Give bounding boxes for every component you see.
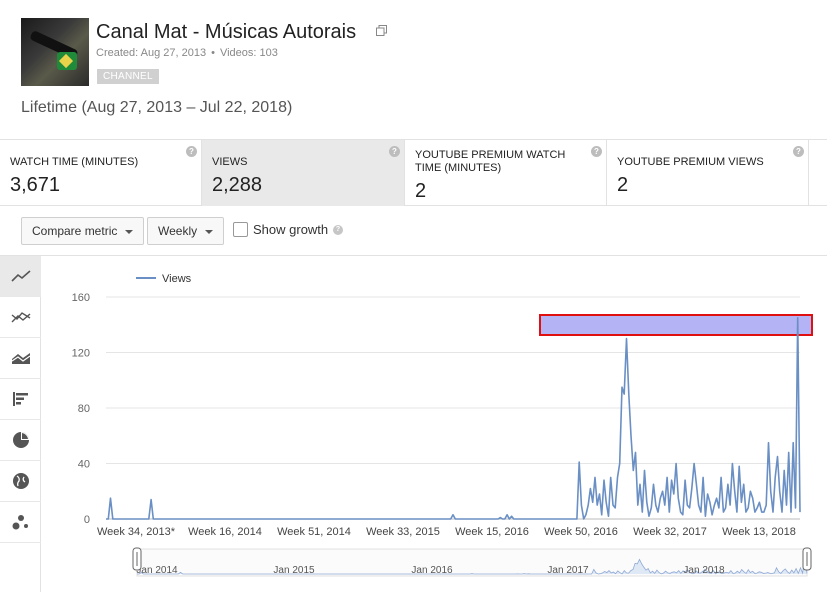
metric-label: YOUTUBE PREMIUM WATCH TIME (MINUTES) xyxy=(415,149,566,174)
flag-image xyxy=(57,52,77,70)
metric-tab-views[interactable]: VIEWS 2,288 ? xyxy=(202,140,405,206)
bubble-chart-icon xyxy=(12,515,28,530)
x-tick-label: Week 50, 2016 xyxy=(544,526,618,538)
y-tick-label: 0 xyxy=(84,514,90,526)
chart-controls: Compare metric Weekly xyxy=(0,206,827,256)
external-link-icon[interactable] xyxy=(376,25,387,36)
y-tick-label: 120 xyxy=(72,348,90,360)
help-icon[interactable]: ? xyxy=(186,146,197,157)
chevron-down-icon xyxy=(205,229,214,234)
channel-thumbnail[interactable] xyxy=(21,18,89,86)
bar-chart-button[interactable] xyxy=(0,379,41,420)
bubble-chart-button[interactable] xyxy=(0,502,41,543)
metric-tabs: WATCH TIME (MINUTES) 3,671 ? VIEWS 2,288… xyxy=(0,139,827,206)
y-tick-label: 80 xyxy=(78,403,90,415)
channel-header: Canal Mat - Músicas Autorais Created: Au… xyxy=(0,0,827,140)
chevron-down-icon xyxy=(125,229,134,234)
metric-label: VIEWS xyxy=(212,156,248,168)
line-chart-button[interactable] xyxy=(0,256,41,297)
metric-value: 2,288 xyxy=(212,174,263,196)
help-icon[interactable]: ? xyxy=(389,146,400,157)
channel-title[interactable]: Canal Mat - Músicas Autorais xyxy=(96,21,356,44)
range-tick-label: Jan 2018 xyxy=(683,565,725,576)
line-chart-icon xyxy=(10,270,31,282)
metric-tab-premium-views[interactable]: YOUTUBE PREMIUM VIEWS 2 ? xyxy=(607,140,809,206)
pie-chart-icon xyxy=(12,432,29,448)
help-icon[interactable]: ? xyxy=(333,225,343,235)
video-count: Videos: 103 xyxy=(219,47,278,59)
chart-canvas: Views 0 40 80 120 160 Week 34, 2013* Week 16, 2… xyxy=(72,273,813,577)
range-tick-label: Jan 2014 xyxy=(136,565,178,576)
x-tick-label: Week 15, 2016 xyxy=(455,526,529,538)
range-tick-label: Jan 2016 xyxy=(411,565,453,576)
y-tick-label: 40 xyxy=(78,459,90,471)
date-range-label: Lifetime (Aug 27, 2013 – Jul 22, 2018) xyxy=(21,99,293,116)
compare-metric-label: Compare metric xyxy=(32,224,118,238)
multi-line-chart-button[interactable] xyxy=(0,297,41,338)
multi-line-chart-icon xyxy=(11,312,30,323)
x-tick-label: Week 34, 2013* xyxy=(97,526,176,538)
metric-label: WATCH TIME (MINUTES) xyxy=(10,156,139,168)
views-chart[interactable]: Views 0 40 80 120 160 Week 34, 2013* Week 16, 2… xyxy=(42,256,827,592)
metric-tab-premium-watch-time[interactable]: YOUTUBE PREMIUM WATCH TIME (MINUTES) 2 ? xyxy=(405,140,607,206)
range-tick-label: Jan 2015 xyxy=(273,565,315,576)
metric-label: YOUTUBE PREMIUM VIEWS xyxy=(617,156,764,168)
metric-value: 3,671 xyxy=(10,174,61,196)
x-tick-label: Week 16, 2014 xyxy=(188,526,262,538)
metric-tab-watch-time[interactable]: WATCH TIME (MINUTES) 3,671 ? xyxy=(0,140,202,206)
stacked-area-chart-icon xyxy=(11,353,30,364)
show-growth-checkbox[interactable] xyxy=(233,222,248,237)
chart-type-sidebar xyxy=(0,256,41,592)
created-date: Created: Aug 27, 2013 xyxy=(96,47,207,59)
x-tick-label: Week 13, 2018 xyxy=(722,526,796,538)
help-icon[interactable]: ? xyxy=(793,146,804,157)
range-tick-label: Jan 2017 xyxy=(547,565,589,576)
legend-label: Views xyxy=(162,273,192,285)
globe-icon xyxy=(12,473,29,489)
interval-label: Weekly xyxy=(158,224,198,238)
metric-value: 2 xyxy=(617,174,629,196)
y-tick-label: 160 xyxy=(72,292,90,304)
interval-dropdown[interactable]: Weekly xyxy=(147,217,225,245)
help-icon[interactable]: ? xyxy=(591,146,602,157)
map-chart-button[interactable] xyxy=(0,461,41,502)
pie-chart-button[interactable] xyxy=(0,420,41,461)
x-tick-label: Week 51, 2014 xyxy=(277,526,351,538)
highlight-box xyxy=(539,314,813,336)
stacked-area-chart-button[interactable] xyxy=(0,338,41,379)
show-growth-label[interactable]: Show growth xyxy=(253,222,328,237)
metric-value: 2 xyxy=(415,180,427,202)
compare-metric-dropdown[interactable]: Compare metric xyxy=(21,217,145,245)
channel-meta: Created: Aug 27, 2013 • Videos: 103 xyxy=(96,47,278,59)
meta-separator: • xyxy=(211,47,215,59)
channel-badge: CHANNEL xyxy=(97,69,159,84)
bar-chart-icon xyxy=(12,392,28,406)
series-line-views xyxy=(106,316,801,520)
x-tick-label: Week 32, 2017 xyxy=(633,526,707,538)
x-tick-label: Week 33, 2015 xyxy=(366,526,440,538)
